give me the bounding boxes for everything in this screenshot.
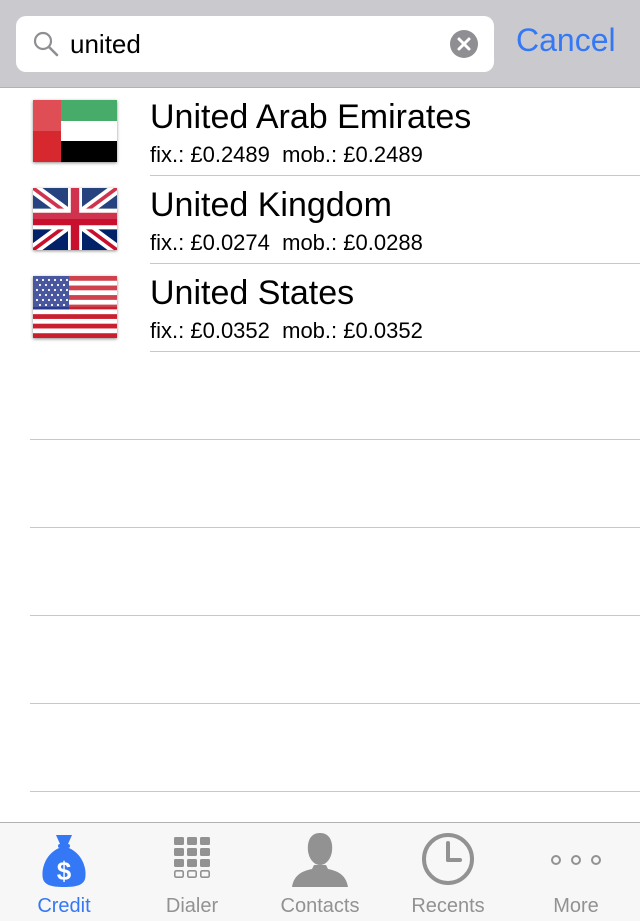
uae-flag-icon xyxy=(33,100,117,162)
mob-rate: £0.0288 xyxy=(343,230,423,255)
search-icon xyxy=(33,31,59,57)
mob-rate: £0.2489 xyxy=(343,142,423,167)
tab-bar: $ Credit Dialer Contacts Recents More xyxy=(0,822,640,921)
clear-icon xyxy=(457,37,471,51)
list-item[interactable]: United Kingdom fix.: £0.0274 mob.: £0.02… xyxy=(0,176,640,264)
keypad-icon xyxy=(174,837,210,878)
country-name: United States xyxy=(150,274,355,312)
fix-label: fix.: xyxy=(150,142,185,167)
fix-rate: £0.0352 xyxy=(190,318,270,343)
row-divider xyxy=(150,351,640,352)
country-name: United Kingdom xyxy=(150,186,392,224)
tab-label: Dialer xyxy=(165,895,219,917)
tab-dialer[interactable]: Dialer xyxy=(128,823,256,921)
uk-flag-icon xyxy=(33,188,117,250)
clock-icon xyxy=(422,833,474,885)
mob-label: mob.: xyxy=(282,318,338,343)
list-item[interactable]: United States fix.: £0.0352 mob.: £0.035… xyxy=(0,264,640,352)
row-divider xyxy=(30,615,640,616)
rate-line: fix.: £0.2489 mob.: £0.2489 xyxy=(150,142,423,168)
search-bar: Cancel xyxy=(0,0,640,88)
us-flag-icon xyxy=(33,276,117,338)
svg-text:$: $ xyxy=(57,856,72,886)
tab-credit[interactable]: $ Credit xyxy=(0,823,128,921)
search-input[interactable] xyxy=(70,24,450,64)
row-divider xyxy=(30,703,640,704)
person-icon xyxy=(292,833,348,887)
fix-label: fix.: xyxy=(150,230,185,255)
rate-line: fix.: £0.0274 mob.: £0.0288 xyxy=(150,230,423,256)
row-divider xyxy=(30,527,640,528)
more-dots-icon xyxy=(551,855,601,865)
fix-rate: £0.2489 xyxy=(190,142,270,167)
list-item[interactable]: United Arab Emirates fix.: £0.2489 mob.:… xyxy=(0,88,640,176)
tab-contacts[interactable]: Contacts xyxy=(256,823,384,921)
tab-label: Credit xyxy=(37,895,91,917)
row-divider xyxy=(30,791,640,792)
tab-label: Recents xyxy=(411,895,485,917)
rate-line: fix.: £0.0352 mob.: £0.0352 xyxy=(150,318,423,344)
row-divider xyxy=(30,439,640,440)
mob-label: mob.: xyxy=(282,230,338,255)
tab-label: More xyxy=(553,895,599,917)
mob-rate: £0.0352 xyxy=(343,318,423,343)
clear-search-button[interactable] xyxy=(450,30,478,58)
country-name: United Arab Emirates xyxy=(150,98,472,136)
results-list: United Arab Emirates fix.: £0.2489 mob.:… xyxy=(0,88,640,352)
search-field[interactable] xyxy=(16,16,494,72)
fix-label: fix.: xyxy=(150,318,185,343)
money-bag-icon: $ xyxy=(42,835,86,887)
cancel-button[interactable]: Cancel xyxy=(516,20,616,60)
tab-more[interactable]: More xyxy=(512,823,640,921)
tab-label: Contacts xyxy=(280,895,360,917)
fix-rate: £0.0274 xyxy=(190,230,270,255)
tab-recents[interactable]: Recents xyxy=(384,823,512,921)
mob-label: mob.: xyxy=(282,142,338,167)
